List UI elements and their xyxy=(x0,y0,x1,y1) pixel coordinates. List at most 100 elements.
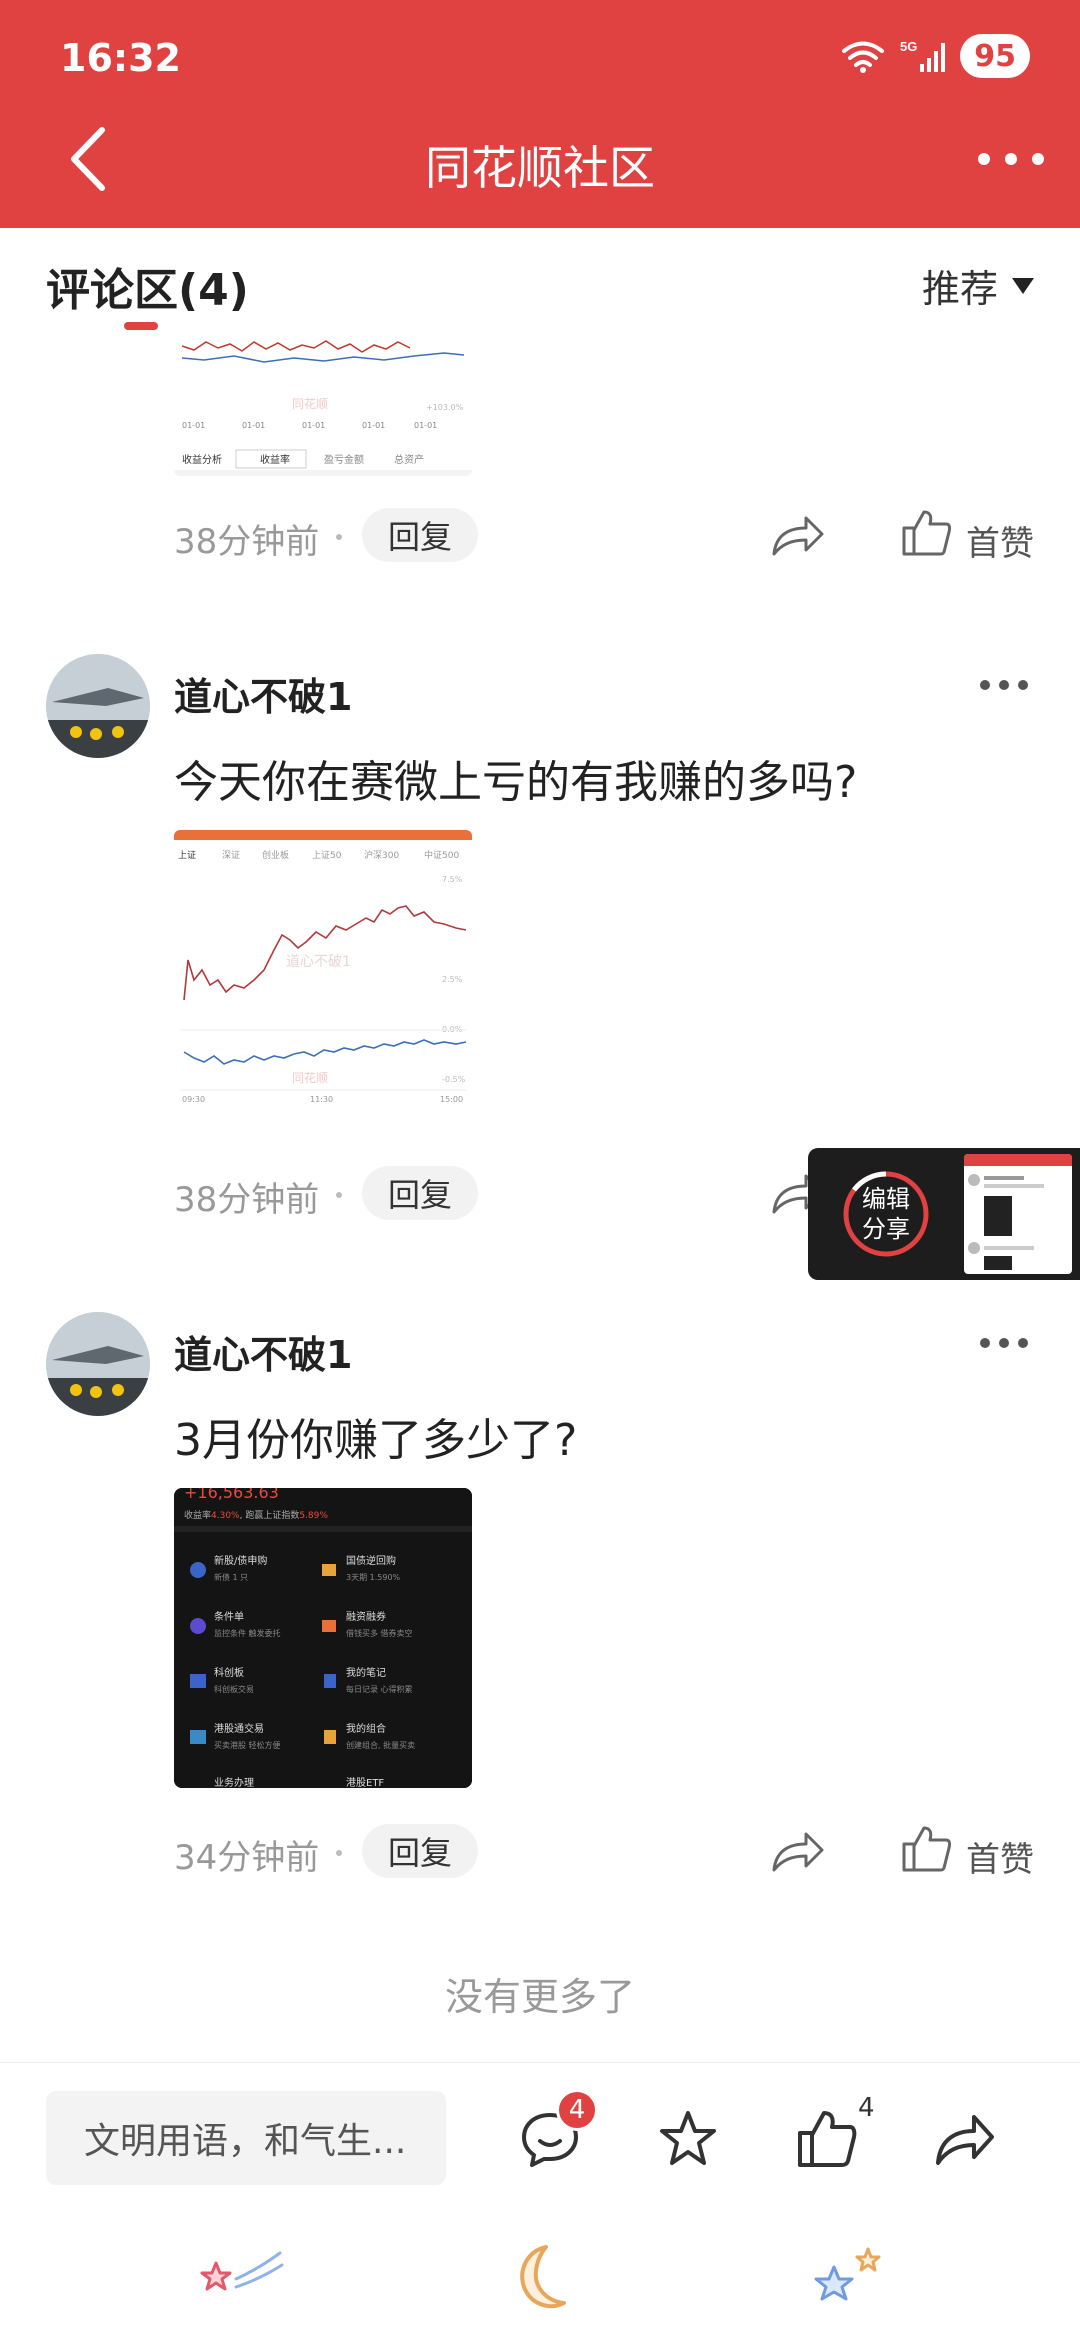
image-watermark: 道心不破1 xyxy=(286,954,351,970)
jet-avatar-image xyxy=(46,654,150,758)
top-bar: 16:32 5G 95 同花顺社区 xyxy=(0,0,1080,228)
thumbs-up-icon[interactable] xyxy=(900,508,952,558)
menu-item-title: 我的笔记 xyxy=(346,1666,386,1679)
sort-label: 推荐 xyxy=(921,267,998,311)
menu-item-title: 我的组合 xyxy=(346,1722,386,1735)
image-tab: 收益率 xyxy=(260,453,290,466)
network-label: 5G xyxy=(900,39,917,54)
like-label[interactable]: 首赞 xyxy=(966,516,1034,565)
reply-button[interactable]: 回复 xyxy=(362,1824,479,1878)
menu-item-sub: 新债 1 只 xyxy=(214,1572,248,1582)
image-brand-watermark: 同花顺 xyxy=(292,1070,328,1085)
caret-down-icon xyxy=(1012,277,1034,294)
share-icon[interactable] xyxy=(770,510,826,560)
falling-star-icon[interactable] xyxy=(196,2239,286,2319)
stars-icon[interactable] xyxy=(804,2239,894,2319)
sort-dropdown[interactable]: 推荐 xyxy=(922,258,1034,313)
comment-text: 3月份你赚了多少了? xyxy=(174,1415,578,1466)
x-axis-label: 11:30 xyxy=(310,1095,333,1104)
menu-item-title: 新股/债申购 xyxy=(214,1554,267,1567)
status-time: 16:32 xyxy=(60,36,181,80)
section-title: 评论区(4) xyxy=(46,265,249,316)
account-menu-image: +16,563.63 收益率4.30%, 跑赢上证指数5.89% 新股/债申购 … xyxy=(174,1488,472,1788)
index-tab: 沪深300 xyxy=(364,849,399,861)
reply-button[interactable]: 回复 xyxy=(362,1166,479,1220)
dot-icon xyxy=(1018,1338,1028,1348)
comment-time: 34分钟前 xyxy=(174,1838,320,1878)
avatar[interactable] xyxy=(46,1312,150,1416)
wifi-icon xyxy=(842,41,885,73)
share-label: 分享 xyxy=(862,1215,910,1243)
menu-item-title: 业务办理 xyxy=(214,1776,254,1788)
screenshot-share-panel[interactable]: 编辑 分享 xyxy=(808,1148,1080,1280)
menu-item-sub: 科创板交易 xyxy=(214,1684,254,1694)
share-icon[interactable] xyxy=(770,1826,826,1876)
avatar[interactable] xyxy=(46,654,150,758)
index-tab: 上证 xyxy=(178,850,196,861)
more-menu-button[interactable] xyxy=(978,144,1044,174)
jet-avatar-image xyxy=(46,1312,150,1416)
screenshot-thumbnail[interactable] xyxy=(964,1154,1072,1274)
menu-item-sub: 借钱买多 借券卖空 xyxy=(346,1628,413,1638)
menu-item-title: 科创板 xyxy=(214,1666,244,1679)
dot-icon xyxy=(980,1338,990,1348)
menu-item-sub: 每日记录 心得积累 xyxy=(346,1684,413,1694)
dot-icon xyxy=(999,680,1009,690)
image-tab: 收益分析 xyxy=(182,453,222,466)
comment-more-button[interactable] xyxy=(980,680,1028,692)
menu-item-sub: 监控条件 触发委托 xyxy=(214,1628,281,1638)
x-axis-label: 15:00 xyxy=(440,1095,463,1104)
menu-item-title: 融资融券 xyxy=(346,1610,386,1623)
star-icon[interactable] xyxy=(656,2107,720,2171)
menu-item-title: 港股ETF xyxy=(346,1777,384,1788)
image-watermark: 同花顺 xyxy=(292,396,328,411)
menu-item-title: 条件单 xyxy=(214,1610,244,1623)
x-axis-label: 09:30 xyxy=(182,1095,205,1104)
thumbs-up-icon[interactable] xyxy=(900,1824,952,1874)
comment-input[interactable]: 文明用语，和气生... xyxy=(46,2091,446,2185)
right-label: +103.0% xyxy=(426,403,464,412)
comment-count-badge: 4 xyxy=(556,2089,598,2131)
thumbs-up-icon[interactable] xyxy=(794,2107,858,2171)
dot-icon xyxy=(980,680,990,690)
date-label: 01-01 xyxy=(242,421,265,430)
screenshot-preview-image xyxy=(964,1154,1072,1270)
y-axis-label: -0.5% xyxy=(442,1075,466,1084)
dot-icon xyxy=(1032,153,1044,165)
beat-value: 5.89% xyxy=(299,1511,328,1521)
index-tab: 创业板 xyxy=(262,849,289,861)
profit-chart-image: 01-01 01-01 01-01 01-01 01-01 +103.0% 同花… xyxy=(174,340,472,476)
username[interactable]: 道心不破1 xyxy=(174,666,352,721)
rate-prefix: 收益率 xyxy=(184,1509,211,1521)
separator-dot xyxy=(336,534,342,540)
index-tab: 中证500 xyxy=(424,849,459,861)
date-label: 01-01 xyxy=(414,421,437,430)
svg-text:收益率4.30%, 跑赢上证指数5.89%: 收益率4.30%, 跑赢上证指数5.89% xyxy=(184,1509,328,1521)
comment-more-button[interactable] xyxy=(980,1338,1028,1350)
bottom-action-bar: 文明用语，和气生... 4 4 xyxy=(0,2062,1080,2340)
comment-image[interactable]: 上证 深证 创业板 上证50 沪深300 中证500 7.5% 2.5% 0.0… xyxy=(174,830,472,1130)
comment-image[interactable]: 01-01 01-01 01-01 01-01 01-01 +103.0% 同花… xyxy=(174,336,472,476)
image-tab: 总资产 xyxy=(394,453,424,466)
date-label: 01-01 xyxy=(302,421,325,430)
menu-item-sub: 创建组合, 批量买卖 xyxy=(346,1740,415,1750)
like-label[interactable]: 首赞 xyxy=(966,1832,1034,1881)
dot-icon xyxy=(1005,153,1017,165)
edit-share-label[interactable]: 编辑 分享 xyxy=(840,1184,932,1244)
section-underline xyxy=(124,322,158,330)
username[interactable]: 道心不破1 xyxy=(174,1324,352,1379)
comment-time: 38分钟前 xyxy=(174,522,320,562)
rate-mid: , 跑赢上证指数 xyxy=(240,1509,300,1521)
share-icon[interactable] xyxy=(932,2107,996,2171)
comment-text: 今天你在赛微上亏的有我赚的多吗? xyxy=(174,757,858,808)
page-title: 同花顺社区 xyxy=(425,141,655,195)
moon-icon[interactable] xyxy=(502,2239,582,2319)
y-axis-label: 2.5% xyxy=(442,975,463,984)
edit-label: 编辑 xyxy=(862,1185,910,1213)
profit-amount: +16,563.63 xyxy=(184,1488,279,1502)
date-label: 01-01 xyxy=(362,421,385,430)
dot-icon xyxy=(999,1338,1009,1348)
reply-button[interactable]: 回复 xyxy=(362,508,479,562)
comment-image[interactable]: +16,563.63 收益率4.30%, 跑赢上证指数5.89% 新股/债申购 … xyxy=(174,1488,472,1788)
menu-item-sub: 3天期 1.590% xyxy=(346,1573,401,1582)
